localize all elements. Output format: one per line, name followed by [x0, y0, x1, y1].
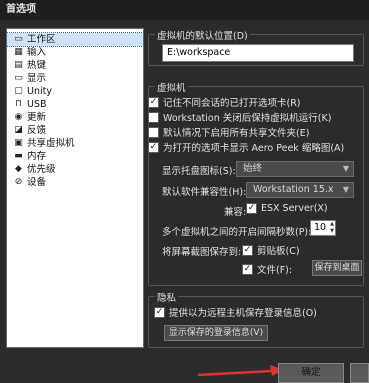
clipboard-option[interactable]: ✓ 剪贴板(C) [242, 243, 300, 257]
shared-folders-option[interactable]: 默认情况下启用所有共享文件夹(E) [148, 125, 309, 139]
window-title: 首选项 [0, 0, 369, 20]
file-option[interactable]: ✓ 文件(F): [242, 262, 292, 276]
sidebar-item-label: 显示 [27, 73, 47, 84]
sidebar-item-label: 内存 [27, 151, 47, 162]
sidebar-item-shared-vms[interactable]: ▣ 共享虚拟机 [7, 137, 143, 150]
shared-folders-checkbox[interactable] [148, 126, 159, 138]
sidebar-item-label: 热键 [27, 60, 47, 71]
sidebar-item-label: 反馈 [27, 125, 47, 136]
sidebar-item-label: 共享虚拟机 [27, 138, 75, 149]
red-arrow-icon [198, 365, 284, 377]
sidebar-item-memory[interactable]: ▬ 内存 [7, 150, 143, 163]
shared-folders-label: 默认情况下启用所有共享文件夹(E) [163, 128, 310, 139]
hotkeys-icon: ▤ [14, 60, 23, 70]
sidebar-item-workspace[interactable]: ▭ 工作区 [6, 32, 144, 47]
tray-icon-select[interactable]: 始终 ▼ [236, 161, 354, 177]
update-icon: ◉ [14, 112, 23, 122]
sidebar-item-label: 更新 [27, 112, 47, 123]
sidebar-item-display[interactable]: ▭ 显示 [7, 72, 143, 85]
remember-tabs-label: 记住不同会话的已打开选项卡(R) [163, 98, 301, 109]
file-label: 文件(F): [257, 265, 293, 276]
sidebar-item-hotkeys[interactable]: ▤ 热键 [7, 59, 143, 72]
sidebar-item-unity[interactable]: ▢ Unity [7, 85, 143, 98]
tray-icon-label: 显示托盘图标(S): [162, 166, 236, 177]
aero-peek-checkbox[interactable]: ✓ [148, 141, 159, 153]
usb-icon: ⊓ [14, 99, 23, 109]
interval-value: 10 [314, 222, 327, 233]
keep-running-label: Workstation 关闭后保持虚拟机运行(K) [163, 113, 332, 124]
remember-tabs-option[interactable]: ✓ 记住不同会话的已打开选项卡(R) [148, 95, 301, 109]
chevron-down-icon: ▼ [342, 164, 349, 173]
remember-tabs-checkbox[interactable]: ✓ [148, 96, 159, 108]
aero-peek-option[interactable]: ✓ 为打开的选项卡显示 Aero Peek 缩略图(A) [148, 140, 344, 154]
esx-label: 兼容: [224, 207, 247, 218]
sidebar-item-label: Unity [27, 86, 52, 97]
sidebar-item-priority[interactable]: ◆ 优先级 [7, 163, 143, 176]
interval-label: 多个虚拟机之间的开启间隔秒数(P): [162, 227, 312, 238]
preferences-sidebar: ▭ 工作区 ▦ 输入 ▤ 热键 ▭ 显示 ▢ Unity ⊓ USB ◉ 更新 … [6, 28, 144, 348]
cancel-button-partial[interactable] [350, 363, 369, 383]
devices-icon: ⊘ [14, 177, 23, 187]
default-location-title: 虚拟机的默认位置(D) [155, 28, 250, 42]
esx-checkbox[interactable]: ✓ [246, 203, 257, 214]
unity-icon: ▢ [14, 86, 23, 96]
shared-vm-icon: ▣ [14, 138, 23, 148]
esx-option[interactable]: ✓ ESX Server(X) [246, 203, 328, 214]
privacy-group-title: 隐私 [155, 290, 179, 304]
sidebar-item-usb[interactable]: ⊓ USB [7, 98, 143, 111]
clipboard-checkbox[interactable]: ✓ [242, 244, 253, 256]
input-icon: ▦ [14, 47, 23, 57]
sidebar-item-devices[interactable]: ⊘ 设备 [7, 176, 143, 189]
show-saved-logins-button[interactable]: 显示保存的登录信息(V) [164, 325, 268, 341]
screenshot-save-label: 将屏幕截图保存到: [162, 247, 242, 258]
feedback-icon: ◪ [14, 125, 23, 135]
chevron-down-icon: ▼ [342, 185, 349, 194]
display-icon: ▭ [14, 73, 23, 83]
file-checkbox[interactable]: ✓ [242, 263, 253, 275]
save-login-label: 提供以为远程主机保存登录信息(O) [169, 308, 317, 319]
aero-peek-label: 为打开的选项卡显示 Aero Peek 缩略图(A) [163, 143, 345, 154]
sidebar-item-update[interactable]: ◉ 更新 [7, 111, 143, 124]
compat-select[interactable]: Workstation 15.x ▼ [246, 182, 354, 198]
compat-value: Workstation 15.x [253, 184, 334, 195]
keep-running-option[interactable]: Workstation 关闭后保持虚拟机运行(K) [148, 110, 331, 124]
ok-button[interactable]: 确定 [278, 363, 344, 383]
workspace-icon: ▭ [14, 34, 23, 44]
save-login-checkbox[interactable]: ✓ [154, 306, 165, 318]
priority-icon: ◆ [15, 164, 22, 174]
memory-icon: ▬ [14, 151, 23, 161]
sidebar-item-label: USB [27, 99, 47, 110]
spin-arrows-icon[interactable]: ▲ ▼ [330, 221, 334, 235]
keep-running-checkbox[interactable] [148, 111, 159, 123]
esx-option-label: ESX Server(X) [261, 203, 328, 214]
compat-label: 默认软件兼容性(H): [162, 187, 247, 198]
sidebar-item-label: 工作区 [27, 34, 56, 45]
default-location-input[interactable]: E:\workspace [162, 44, 354, 62]
sidebar-item-label: 输入 [27, 47, 47, 58]
save-location-select[interactable]: 保存到桌面 [312, 260, 362, 276]
clipboard-label: 剪贴板(C) [257, 246, 300, 257]
tray-icon-value: 始终 [243, 163, 263, 174]
save-login-option[interactable]: ✓ 提供以为远程主机保存登录信息(O) [154, 305, 317, 319]
interval-stepper[interactable]: 10 ▲ ▼ [310, 220, 336, 236]
sidebar-item-input[interactable]: ▦ 输入 [7, 46, 143, 59]
vm-group-title: 虚拟机 [155, 80, 188, 94]
sidebar-item-label: 设备 [27, 177, 47, 188]
sidebar-item-label: 优先级 [27, 164, 56, 175]
sidebar-item-feedback[interactable]: ◪ 反馈 [7, 124, 143, 137]
